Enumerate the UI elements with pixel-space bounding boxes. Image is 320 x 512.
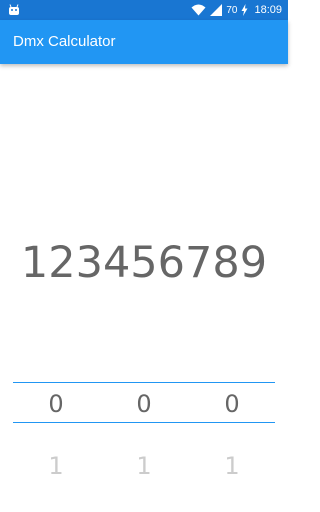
picker-top-divider: [13, 382, 275, 383]
android-notification-icon: [9, 4, 19, 15]
result-display: 123456789: [20, 238, 268, 288]
picker-tens-next[interactable]: 1: [100, 452, 188, 480]
picker-hundreds-next[interactable]: 1: [12, 452, 100, 480]
status-bar: 70 18:09: [0, 0, 288, 20]
battery-level: 70: [226, 4, 238, 16]
app-bar: Dmx Calculator: [0, 20, 288, 64]
picker-selected-row: 0 0 0: [12, 390, 276, 418]
picker-ones-next[interactable]: 1: [188, 452, 276, 480]
clock: 18:09: [254, 4, 282, 16]
wifi-icon: [191, 4, 206, 16]
picker-ones-selected[interactable]: 0: [188, 390, 276, 418]
app-title: Dmx Calculator: [13, 33, 116, 50]
signal-icon: [210, 4, 223, 16]
picker-hundreds-selected[interactable]: 0: [12, 390, 100, 418]
picker-next-row: 1 1 1: [12, 452, 276, 480]
picker-tens-selected[interactable]: 0: [100, 390, 188, 418]
status-icons: 70 18:09: [191, 0, 282, 20]
picker-bottom-divider: [13, 422, 275, 423]
battery-charging-icon: [241, 4, 248, 16]
